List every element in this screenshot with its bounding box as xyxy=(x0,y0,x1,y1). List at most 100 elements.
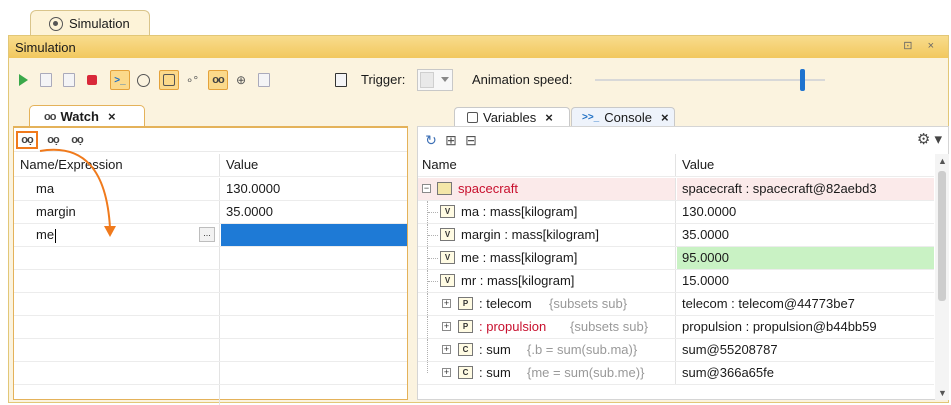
tab-variables[interactable]: Variables × xyxy=(454,107,570,127)
empty-row xyxy=(14,385,407,405)
empty-cell xyxy=(14,339,220,361)
step-over-icon xyxy=(63,73,75,87)
empty-cell xyxy=(14,385,220,405)
show-console-button[interactable]: >_ xyxy=(110,70,130,90)
add-watch-button[interactable]: oọ xyxy=(16,131,38,149)
empty-row xyxy=(14,247,407,270)
tree-line xyxy=(428,258,438,259)
table-row[interactable]: − spacecraft spacecraft : spacecraft@82a… xyxy=(418,178,934,201)
column-header-name[interactable]: Name xyxy=(418,154,676,176)
step-into-button[interactable] xyxy=(36,70,56,90)
remove-all-watch-button[interactable]: oọ xyxy=(66,131,88,149)
show-variables-button[interactable] xyxy=(159,70,179,90)
variable-name: mr : mass[kilogram] xyxy=(461,273,575,288)
value-property-icon: V xyxy=(440,205,455,218)
tab-watch-label: Watch xyxy=(60,109,99,124)
scrollbar-thumb[interactable] xyxy=(938,171,946,301)
panel-title: Simulation xyxy=(15,39,76,55)
table-header: Name Value xyxy=(418,154,934,177)
show-simulation-button[interactable] xyxy=(133,70,153,90)
close-icon[interactable]: × xyxy=(545,110,553,125)
tab-console[interactable]: >>_ Console × xyxy=(571,107,675,127)
empty-row xyxy=(14,339,407,362)
animation-speed-slider-thumb[interactable] xyxy=(799,69,805,91)
column-header-value[interactable]: Value xyxy=(677,154,934,176)
empty-cell xyxy=(14,293,220,315)
variable-suffix: {subsets sub} xyxy=(549,296,628,311)
expand-icon[interactable]: + xyxy=(442,299,451,308)
expand-all-icon[interactable]: ⊞ xyxy=(442,131,460,149)
table-row[interactable]: V me : mass[kilogram] 95.0000 xyxy=(418,247,934,270)
remove-watch-button[interactable]: oọ xyxy=(42,131,64,149)
trigger-label: Trigger: xyxy=(361,72,406,87)
trigger-dropdown[interactable] xyxy=(417,69,453,91)
close-icon[interactable]: × xyxy=(108,109,116,124)
panel-title-bar: Simulation ⊡ × xyxy=(9,36,948,58)
variable-name-cell: V margin : mass[kilogram] xyxy=(418,224,676,246)
export-button[interactable] xyxy=(254,70,274,90)
play-icon xyxy=(18,74,28,86)
gear-icon[interactable]: ⚙ ▾ xyxy=(917,130,942,148)
variable-suffix: {subsets sub} xyxy=(570,319,649,334)
empty-cell xyxy=(14,270,220,292)
watch-expression-input[interactable]: me ... xyxy=(14,224,220,246)
remove-all-watch-icon: oọ xyxy=(71,134,83,146)
variable-name: me : mass[kilogram] xyxy=(461,250,578,265)
variable-name: : sum xyxy=(479,365,511,380)
collapse-all-icon[interactable]: ⊟ xyxy=(462,131,480,149)
variable-name-cell: + P : telecom {subsets sub} xyxy=(418,293,676,315)
refresh-icon[interactable]: ↻ xyxy=(422,131,440,149)
tab-watch[interactable]: oo Watch × xyxy=(29,105,145,127)
table-row[interactable]: me ... xyxy=(14,224,407,247)
run-button[interactable] xyxy=(13,70,33,90)
empty-row xyxy=(14,362,407,385)
show-watch-button[interactable]: oo xyxy=(208,70,228,90)
table-row[interactable]: V ma : mass[kilogram] 130.0000 xyxy=(418,201,934,224)
close-icon[interactable]: × xyxy=(661,110,669,125)
animation-speed-slider[interactable] xyxy=(595,79,825,81)
table-row[interactable]: + P : telecom {subsets sub} telecom : te… xyxy=(418,293,934,316)
column-header-name[interactable]: Name/Expression xyxy=(14,154,220,176)
step-over-button[interactable] xyxy=(59,70,79,90)
scroll-up-icon[interactable]: ▲ xyxy=(938,156,947,166)
variable-value-cell: telecom : telecom@44773be7 xyxy=(682,296,855,311)
column-header-value[interactable]: Value xyxy=(221,154,407,176)
tab-simulation[interactable]: Simulation xyxy=(30,10,150,36)
table-header: Name/Expression Value xyxy=(14,154,407,177)
terminate-button[interactable] xyxy=(82,70,102,90)
table-row[interactable]: + C : sum {me = sum(sub.me)} sum@366a65f… xyxy=(418,362,934,385)
vertical-scrollbar[interactable]: ▲ ▼ xyxy=(935,154,949,400)
empty-cell xyxy=(14,362,220,384)
value-property-icon: V xyxy=(440,274,455,287)
constraint-property-icon: C xyxy=(458,366,473,379)
table-row[interactable]: ma 130.0000 xyxy=(14,178,407,201)
empty-cell xyxy=(221,247,407,269)
table-row[interactable]: margin 35.0000 xyxy=(14,201,407,224)
table-row[interactable]: + P : propulsion {subsets sub} propulsio… xyxy=(418,316,934,339)
tree-icon xyxy=(163,74,175,86)
empty-cell xyxy=(221,316,407,338)
watch-value-cell: 130.0000 xyxy=(226,181,281,196)
lock-button[interactable]: ⊕ xyxy=(231,70,251,90)
watch-name-cell: margin xyxy=(14,201,220,223)
table-row[interactable]: V margin : mass[kilogram] 35.0000 xyxy=(418,224,934,247)
expand-icon[interactable]: + xyxy=(442,368,451,377)
variable-value-cell: 130.0000 xyxy=(682,204,737,219)
breakpoints-icon: ∘° xyxy=(185,73,199,87)
edit-expression-button[interactable]: ... xyxy=(199,227,215,242)
table-row[interactable]: V mr : mass[kilogram] 15.0000 xyxy=(418,270,934,293)
collapse-icon[interactable]: − xyxy=(422,184,431,193)
variable-name: : sum xyxy=(479,342,511,357)
trigger-config-button[interactable] xyxy=(331,70,351,90)
console-icon: >_ xyxy=(114,74,126,86)
window-controls[interactable]: ⊡ × xyxy=(903,39,940,52)
tree-line xyxy=(427,293,428,315)
scroll-down-icon[interactable]: ▼ xyxy=(938,388,947,398)
expand-icon[interactable]: + xyxy=(442,322,451,331)
variable-name-cell: + C : sum {.b = sum(sub.ma)} xyxy=(418,339,676,361)
variables-toolbar: ↻ ⊞ ⊟ ⚙ ▾ xyxy=(418,127,948,153)
empty-row xyxy=(14,270,407,293)
table-row[interactable]: + C : sum {.b = sum(sub.ma)} sum@5520878… xyxy=(418,339,934,362)
show-breakpoints-button[interactable]: ∘° xyxy=(182,70,202,90)
expand-icon[interactable]: + xyxy=(442,345,451,354)
